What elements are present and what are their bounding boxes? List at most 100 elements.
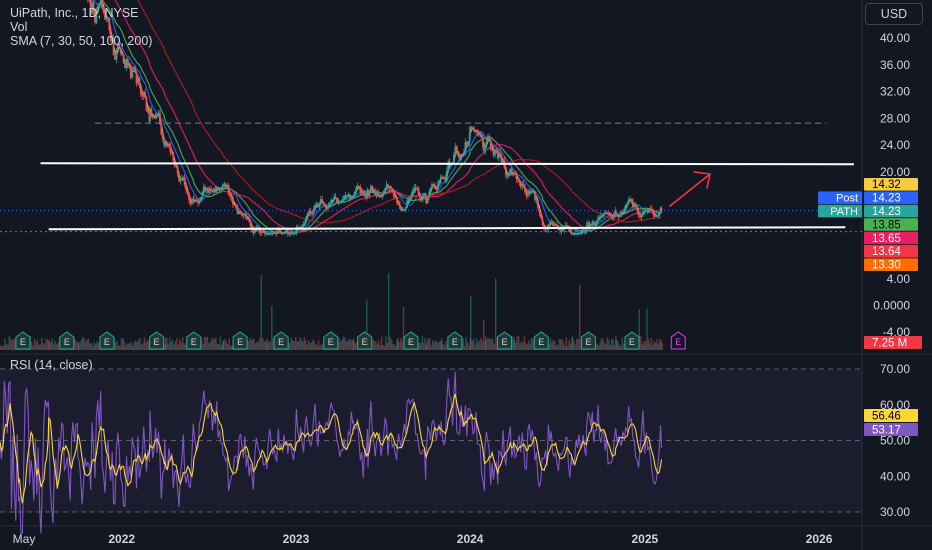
volume-bar (473, 338, 475, 350)
candle-body (637, 210, 640, 215)
volume-bar (290, 337, 293, 350)
candle-body (131, 68, 134, 78)
volume-bar (385, 336, 387, 350)
volume-bar (640, 336, 642, 350)
volume-bar (253, 338, 255, 350)
volume-bar (430, 345, 432, 350)
candle-body (321, 199, 324, 203)
volume-bar (436, 341, 438, 350)
candle-body (147, 110, 149, 113)
volume-bar (549, 338, 552, 350)
volume-bar (372, 338, 374, 350)
volume-bar (567, 345, 569, 350)
earnings-marker-label: E (452, 337, 458, 347)
volume-bar (123, 340, 125, 350)
volume-bar (390, 339, 393, 350)
volume-indicator-label[interactable]: Vol (10, 20, 27, 34)
earnings-marker: E (273, 331, 289, 350)
candle-body (539, 212, 542, 218)
x-tick-label: May (13, 532, 36, 546)
earnings-marker-label: E (538, 337, 544, 347)
volume-bar (432, 340, 434, 350)
volume-bar (268, 340, 270, 350)
volume-bar (443, 345, 446, 350)
volume-bar (95, 344, 97, 350)
price-tick-label: 36.00 (880, 58, 910, 72)
earnings-marker: E (99, 331, 115, 350)
volume-bar (401, 341, 403, 350)
rsi-indicator-label[interactable]: RSI (14, close) (10, 358, 93, 372)
x-tick-label: 2023 (283, 532, 310, 546)
candle-body (433, 184, 436, 189)
reference-lines (0, 122, 862, 233)
volume-bar (136, 342, 138, 350)
candle-body (134, 67, 136, 73)
volume-bar (609, 344, 611, 350)
volume-bar (174, 341, 177, 350)
candle-body (468, 133, 471, 142)
earnings-marker: E (357, 331, 373, 350)
volume-bar (605, 343, 607, 350)
candle-body (195, 200, 198, 202)
symbol-title: UiPath, Inc., 1D, NYSE (10, 6, 139, 20)
volume-bar (176, 338, 178, 350)
volume-bar (315, 344, 317, 350)
x-tick-label: 2025 (631, 532, 658, 546)
volume-bar (93, 341, 95, 350)
volume-bar (437, 342, 440, 350)
volume-bar (397, 338, 399, 350)
candle-body (200, 197, 202, 201)
volume-bar (525, 343, 527, 350)
candle-body (280, 232, 282, 234)
volume-bar (642, 341, 645, 350)
volume-bar (617, 341, 619, 350)
candle-body (476, 130, 479, 133)
volume-bar (527, 340, 530, 350)
volume-bar (85, 342, 87, 350)
volume-bar (36, 339, 39, 350)
volume-bar (264, 340, 267, 350)
volume-bar (2, 345, 5, 350)
candle-body (179, 180, 182, 182)
volume-bar (603, 342, 606, 350)
volume-bar (470, 296, 472, 350)
volume-bar (493, 343, 495, 350)
volume-bar (257, 342, 260, 350)
volume-bar (418, 342, 420, 350)
earnings-marker: E (533, 331, 549, 350)
candle-body (626, 203, 629, 205)
price-label-value: 14.32 (872, 179, 901, 191)
earnings-marker: E (497, 331, 513, 350)
volume-bar (292, 340, 294, 350)
volume-bar (615, 339, 618, 350)
volume-bar (252, 338, 254, 350)
volume-bar (137, 339, 140, 350)
candle-body (651, 209, 653, 211)
candle-body (399, 204, 401, 209)
earnings-marker-label: E (20, 337, 26, 347)
candle-body (220, 187, 222, 191)
candle-body (482, 138, 484, 148)
candle-body (455, 146, 458, 153)
volume-bar (116, 341, 118, 350)
volume-bar (393, 344, 396, 350)
price-tick-label: 28.00 (880, 111, 910, 125)
chart-canvas[interactable]: E E E E E E E E E E E E E E E E May 2022 2023 2024 2025 2026… (0, 0, 932, 550)
volume-bar (380, 336, 383, 350)
volume-bar (303, 337, 305, 350)
candle-body (169, 145, 172, 153)
volume-bar (596, 344, 598, 350)
volume-bar (559, 339, 562, 350)
volume-bar (129, 342, 131, 350)
x-tick-label: 2024 (457, 532, 484, 546)
earnings-marker: E (149, 331, 165, 350)
currency-button[interactable]: USD (865, 3, 923, 25)
volume-bar (398, 342, 400, 350)
volume-bar (353, 340, 355, 350)
candle-body (495, 149, 498, 151)
sma-indicator-label[interactable]: SMA (7, 30, 50, 100, 200) (10, 34, 152, 48)
volume-bar (574, 344, 577, 350)
volume-bar (211, 337, 213, 350)
price-label-value: 14.23 (872, 206, 901, 218)
price-tick-label: 40.00 (880, 31, 910, 45)
